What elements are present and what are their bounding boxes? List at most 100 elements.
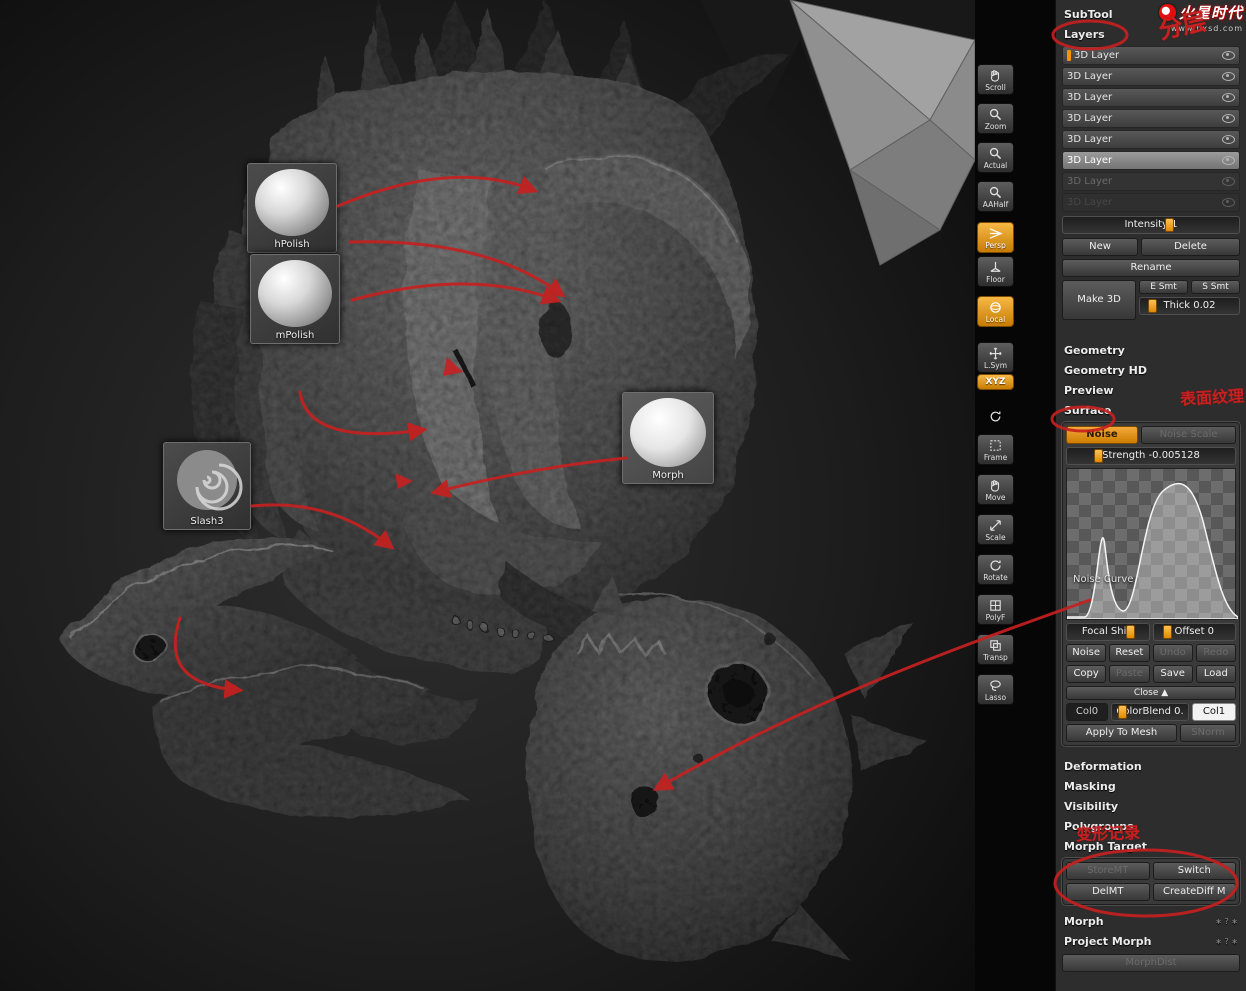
close-button[interactable]: Close ▲	[1066, 686, 1236, 700]
transparency-icon	[988, 638, 1003, 653]
morphdist-button[interactable]: MorphDist	[1062, 954, 1240, 972]
brush-thumbnail-mpolish[interactable]: mPolish	[250, 254, 340, 344]
sphere-icon	[988, 300, 1003, 315]
rotate-icon	[988, 558, 1003, 573]
noise-button[interactable]: Noise	[1066, 426, 1138, 444]
e-smt-button[interactable]: E Smt	[1139, 280, 1188, 294]
noise-toggle-button[interactable]: Noise	[1066, 644, 1107, 662]
visibility-header[interactable]: Visibility	[1062, 796, 1240, 816]
noise-curve-editor[interactable]: Noise Curve	[1066, 468, 1238, 620]
toolbar-button-persp[interactable]: Persp	[977, 222, 1014, 253]
layer-row[interactable]: 3D Layer	[1062, 46, 1240, 65]
toolbar-button-scale[interactable]: Scale	[977, 514, 1014, 545]
frame-icon	[988, 438, 1003, 453]
copy-button[interactable]: Copy	[1066, 665, 1107, 683]
layer-row[interactable]: 3D Layer	[1062, 172, 1240, 191]
slider-knob[interactable]	[1093, 449, 1103, 463]
preview-header[interactable]: Preview	[1062, 380, 1240, 400]
new-layer-button[interactable]: New	[1062, 238, 1138, 256]
col0-swatch-button[interactable]: Col0	[1066, 703, 1108, 721]
slider-knob[interactable]	[1147, 299, 1157, 313]
layer-row[interactable]: 3D Layer	[1062, 130, 1240, 149]
toolbar-button-lsym[interactable]: L.Sym	[977, 342, 1014, 373]
geometry-header[interactable]: Geometry	[1062, 340, 1240, 360]
reset-button[interactable]: Reset	[1109, 644, 1150, 662]
eye-icon[interactable]	[1222, 198, 1235, 207]
eye-icon[interactable]	[1222, 177, 1235, 186]
eye-icon[interactable]	[1222, 93, 1235, 102]
make-3d-button[interactable]: Make 3D	[1062, 280, 1136, 320]
morph-header[interactable]: Morph ∗ ? ∗	[1062, 911, 1240, 931]
snorm-button[interactable]: SNorm	[1180, 724, 1236, 742]
brush-label: Morph	[652, 470, 684, 481]
toolbar-button-move[interactable]: Move	[977, 474, 1014, 505]
creatediff-button[interactable]: CreateDiff M	[1152, 883, 1236, 901]
eye-icon[interactable]	[1222, 114, 1235, 123]
apply-to-mesh-button[interactable]: Apply To Mesh	[1066, 724, 1177, 742]
geometry-hd-header[interactable]: Geometry HD	[1062, 360, 1240, 380]
strength-slider[interactable]: Strength -0.005128	[1066, 447, 1236, 465]
redo-button[interactable]: Redo	[1195, 644, 1236, 662]
viewport-canvas[interactable]: hPolish mPolish Slash3 Morph	[0, 0, 975, 991]
brush-preview-swirl	[177, 450, 243, 511]
noise-scale-button[interactable]: Noise Scale	[1141, 426, 1236, 444]
toolbar-button-aahalf[interactable]: AAHalf	[977, 181, 1014, 212]
brush-label: Slash3	[190, 516, 224, 527]
save-button[interactable]: Save	[1152, 665, 1193, 683]
toolbar-button-floor[interactable]: Floor	[977, 256, 1014, 287]
eye-icon[interactable]	[1222, 72, 1235, 81]
toolbar-button-actual[interactable]: Actual	[977, 142, 1014, 173]
morph-target-header[interactable]: Morph Target	[1062, 836, 1240, 856]
toolbar-button-frame[interactable]: Frame	[977, 434, 1014, 465]
switch-button[interactable]: Switch	[1152, 862, 1236, 880]
col1-swatch-button[interactable]: Col1	[1192, 703, 1236, 721]
toolbar-button-local[interactable]: Local	[977, 296, 1014, 327]
delmt-button[interactable]: DelMT	[1066, 883, 1150, 901]
slider-knob[interactable]	[1125, 625, 1135, 639]
lasso-icon	[988, 678, 1003, 693]
toolbar-button-rotate[interactable]: Rotate	[977, 554, 1014, 585]
polygroups-header[interactable]: Polygroups	[1062, 816, 1240, 836]
eye-icon[interactable]	[1222, 135, 1235, 144]
surface-header[interactable]: Surface	[1062, 400, 1240, 420]
toolbar-button-scroll[interactable]: Scroll	[977, 64, 1014, 95]
colorblend-slider[interactable]: ColorBlend 0.	[1111, 703, 1189, 721]
offset-slider[interactable]: Offset 0	[1152, 623, 1236, 641]
deformation-header[interactable]: Deformation	[1062, 756, 1240, 776]
eye-icon[interactable]	[1222, 156, 1235, 165]
layer-row-selected[interactable]: 3D Layer	[1062, 151, 1240, 170]
slider-knob[interactable]	[1165, 218, 1175, 232]
layer-row[interactable]: 3D Layer	[1062, 88, 1240, 107]
toolbar-button-spin[interactable]	[977, 406, 1014, 426]
load-button[interactable]: Load	[1195, 665, 1236, 683]
eye-icon[interactable]	[1222, 51, 1235, 60]
project-morph-header[interactable]: Project Morph ∗ ? ∗	[1062, 931, 1240, 951]
rename-button[interactable]: Rename	[1062, 259, 1240, 277]
toolbar-button-xyz[interactable]: XYZ	[977, 374, 1014, 390]
intensity-slider[interactable]: Intensity 1	[1062, 216, 1240, 234]
brush-thumbnail-slash3[interactable]: Slash3	[163, 442, 251, 530]
delete-layer-button[interactable]: Delete	[1141, 238, 1240, 256]
toolbar-button-lasso[interactable]: Lasso	[977, 674, 1014, 705]
focal-shift-slider[interactable]: Focal Shift	[1066, 623, 1150, 641]
s-smt-button[interactable]: S Smt	[1191, 280, 1240, 294]
magnifier-icon	[988, 146, 1003, 161]
slider-knob[interactable]	[1118, 705, 1128, 719]
brush-thumbnail-morph[interactable]: Morph	[622, 392, 714, 484]
zbrush-window: hPolish mPolish Slash3 Morph Scroll Zoom…	[0, 0, 1246, 991]
slider-knob[interactable]	[1163, 625, 1173, 639]
paste-button[interactable]: Paste	[1109, 665, 1150, 683]
toolbar-button-transp[interactable]: Transp	[977, 634, 1014, 665]
undo-button[interactable]: Undo	[1152, 644, 1193, 662]
thick-slider[interactable]: Thick 0.02	[1139, 297, 1240, 315]
brush-thumbnail-hpolish[interactable]: hPolish	[247, 163, 337, 253]
brush-preview-sphere	[630, 398, 706, 467]
storemt-button[interactable]: StoreMT	[1066, 862, 1150, 880]
toolbar-button-polyf[interactable]: PolyF	[977, 594, 1014, 625]
layer-row[interactable]: 3D Layer	[1062, 67, 1240, 86]
layer-row[interactable]: 3D Layer	[1062, 109, 1240, 128]
layer-row[interactable]: 3D Layer	[1062, 193, 1240, 212]
brush-preview-sphere	[255, 169, 329, 236]
masking-header[interactable]: Masking	[1062, 776, 1240, 796]
toolbar-button-zoom[interactable]: Zoom	[977, 103, 1014, 134]
